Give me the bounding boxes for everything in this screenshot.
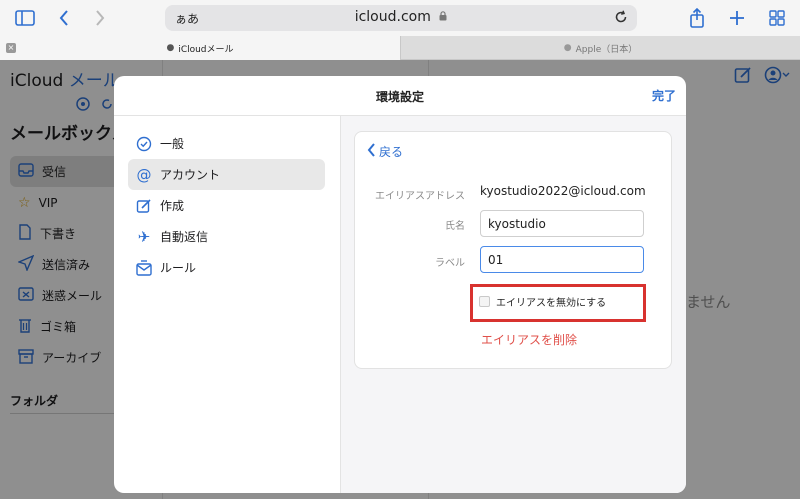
alias-address-value: kyostudio2022@icloud.com <box>480 184 646 198</box>
menu-item-accounts[interactable]: @ アカウント <box>128 159 325 190</box>
back-button[interactable]: 戻る <box>367 143 403 160</box>
chevron-left-icon <box>367 143 376 160</box>
name-field[interactable] <box>480 210 644 237</box>
tab-icloud-mail[interactable]: × ● iCloudメール <box>0 36 400 60</box>
delete-alias-button[interactable]: エイリアスを削除 <box>481 331 577 348</box>
compose-icon <box>136 198 152 214</box>
airplane-icon: ✈ <box>137 227 151 246</box>
menu-item-compose[interactable]: 作成 <box>128 190 325 221</box>
sidebar-icon[interactable] <box>14 7 36 29</box>
done-button[interactable]: 完了 <box>652 87 676 104</box>
name-label: 氏名 <box>445 221 465 232</box>
url-text: icloud.com <box>354 9 431 25</box>
reload-icon[interactable] <box>613 9 629 29</box>
menu-item-general[interactable]: 一般 <box>128 128 325 159</box>
at-icon: @ <box>136 165 152 184</box>
dialog-header: 環境設定 完了 <box>114 76 686 116</box>
forward-arrow-icon[interactable] <box>89 7 111 29</box>
preferences-menu-pane: 一般 @ アカウント 作成 ✈ 自動返信 ルール <box>114 116 340 493</box>
alias-address-label: エイリアスアドレス <box>375 191 465 202</box>
back-arrow-icon[interactable] <box>53 7 75 29</box>
dialog-title: 環境設定 <box>375 90 424 104</box>
menu-item-rules[interactable]: ルール <box>128 252 325 283</box>
tab-overview-icon[interactable] <box>766 7 788 29</box>
tab-apple-japan[interactable]: ● Apple（日本） <box>400 36 800 60</box>
tab-label: Apple（日本） <box>575 44 638 55</box>
label-field[interactable] <box>480 246 644 273</box>
lock-icon <box>439 9 447 25</box>
highlight-annotation-box <box>470 284 646 322</box>
rules-icon <box>136 259 152 276</box>
close-tab-icon[interactable]: × <box>6 43 16 53</box>
menu-item-auto-reply[interactable]: ✈ 自動返信 <box>128 221 325 252</box>
tab-bar: × ● iCloudメール ● Apple（日本） <box>0 36 800 60</box>
address-bar[interactable]: ぁあ icloud.com <box>165 5 637 31</box>
new-tab-icon[interactable] <box>726 7 748 29</box>
check-circle-icon <box>136 136 152 152</box>
alias-settings-card: 戻る エイリアスアドレス kyostudio2022@icloud.com 氏名… <box>354 131 672 369</box>
tab-label: iCloudメール <box>178 44 234 55</box>
apple-logo-icon: ● <box>166 43 175 53</box>
browser-toolbar: ぁあ icloud.com <box>0 0 800 36</box>
share-icon[interactable] <box>686 7 708 29</box>
apple-logo-icon: ● <box>563 43 572 53</box>
label-field-label: ラベル <box>435 258 465 269</box>
